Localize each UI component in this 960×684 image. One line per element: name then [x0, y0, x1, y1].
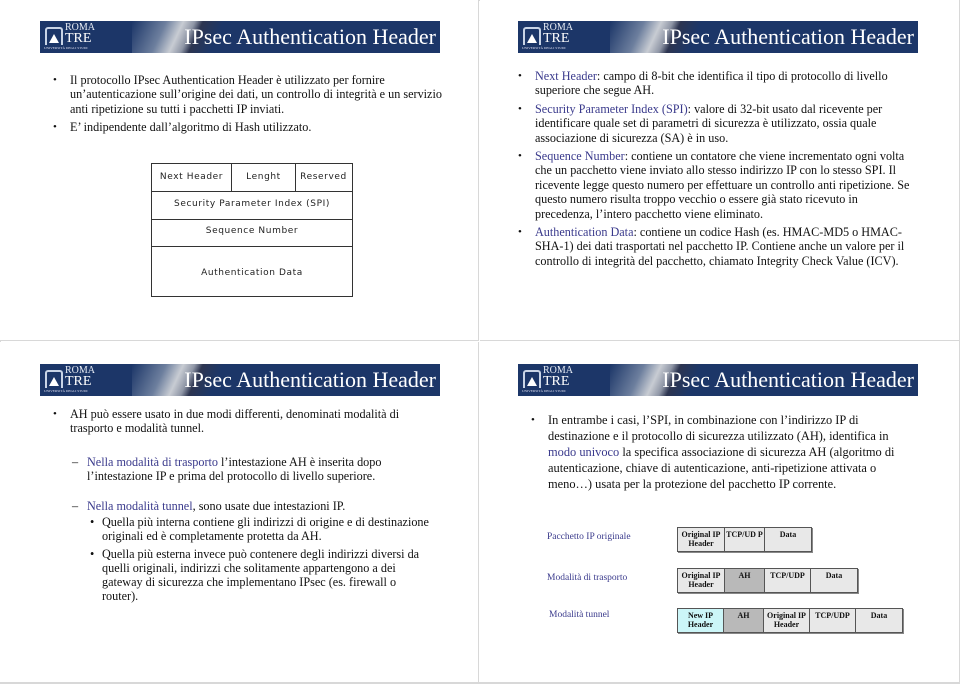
bullet-list: AH può essere usato in due modi differen…	[50, 407, 440, 440]
bullet-item: E’ indipendente dall’algoritmo di Hash u…	[50, 120, 450, 135]
slide-title: IPsec Authentication Header	[184, 367, 436, 392]
packet-original: Original IP Header TCP/UD P Data	[677, 527, 812, 552]
field-authentication-data: Authentication Data	[201, 268, 303, 278]
bullet-item: Authentication Data: contiene un codice …	[515, 225, 910, 268]
slide-banner: ROMA TRE UNIVERSITÀ DEGLI STUDI IPsec Au…	[40, 364, 440, 396]
logo-caption: UNIVERSITÀ DEGLI STUDI	[44, 389, 88, 393]
cell-data: Data	[856, 609, 902, 632]
triangle-icon	[49, 377, 59, 386]
slide-2: ROMA TRE UNIVERSITÀ DEGLI STUDI IPsec Au…	[480, 0, 959, 341]
cell-tcp-udp: TCP/UDP	[765, 569, 811, 592]
sub-bullet-item: Quella più esterna invece può contenere …	[89, 547, 434, 604]
packet-transport: Original IP Header AH TCP/UDP Data	[677, 568, 858, 593]
bullet-item: Next Header: campo di 8-bit che identifi…	[515, 69, 910, 98]
cell-tcp-udp: TCP/UD P	[725, 528, 765, 551]
slide-title: IPsec Authentication Header	[662, 24, 914, 49]
term-transport-mode: Nella modalità di trasporto	[87, 455, 218, 469]
dash-item-tunnel: Nella modalità tunnel, sono usate due in…	[72, 499, 447, 514]
roma-tre-logo: ROMA TRE UNIVERSITÀ DEGLI STUDI	[521, 23, 583, 51]
term-modo-univoco: modo univoco	[548, 445, 620, 459]
packet-tunnel: New IP Header AH Original IP Header TCP/…	[677, 608, 903, 633]
bullet-list: In entrambe i casi, l’SPI, in combinazio…	[528, 412, 913, 496]
cell-original-ip-header: Original IP Header	[678, 528, 725, 551]
packet-label-tunnel: Modalità tunnel	[549, 610, 610, 620]
term-sequence-number: Sequence Number	[535, 149, 625, 164]
dash-item-transport: Nella modalità di trasporto l’intestazio…	[72, 455, 447, 484]
sub-bullet-item: Quella più interna contiene gli indirizz…	[89, 515, 434, 544]
dash-text: , sono usate due intestazioni IP.	[192, 499, 346, 513]
cell-original-ip-header: Original IP Header	[764, 609, 810, 632]
field-length: Lenght	[232, 164, 296, 191]
ah-header-diagram: Next Header Lenght Reserved Security Par…	[151, 163, 353, 297]
triangle-icon	[49, 34, 59, 43]
slide-1: ROMA TRE UNIVERSITÀ DEGLI STUDI IPsec Au…	[0, 0, 479, 341]
slide-4: ROMA TRE UNIVERSITÀ DEGLI STUDI IPsec Au…	[480, 342, 959, 683]
bullet-list: Next Header: campo di 8-bit che identifi…	[515, 69, 910, 272]
slide-title: IPsec Authentication Header	[662, 367, 914, 392]
term-next-header: Next Header	[535, 69, 597, 83]
cell-data: Data	[765, 528, 811, 551]
bullet-item: AH può essere usato in due modi differen…	[50, 407, 440, 436]
packet-label-original: Pacchetto IP originale	[547, 532, 631, 542]
cell-new-ip-header: New IP Header	[678, 609, 724, 632]
logo-tre: TRE	[65, 374, 92, 389]
slide-banner: ROMA TRE UNIVERSITÀ DEGLI STUDI IPsec Au…	[518, 364, 918, 396]
field-next-header: Next Header	[152, 164, 232, 191]
term-authentication-data: Authentication Data	[535, 225, 634, 240]
field-spi: Security Parameter Index (SPI)	[152, 192, 352, 220]
term-tunnel-mode: Nella modalità tunnel	[87, 499, 193, 513]
diagram-row-1: Next Header Lenght Reserved	[152, 164, 352, 192]
cell-original-ip-header: Original IP Header	[678, 569, 725, 592]
cell-ah: AH	[725, 569, 765, 592]
bullet-item: Sequence Number: contiene un contatore c…	[515, 149, 910, 221]
logo-caption: UNIVERSITÀ DEGLI STUDI	[522, 46, 566, 50]
slide-banner: ROMA TRE UNIVERSITÀ DEGLI STUDI IPsec Au…	[518, 21, 918, 53]
logo-caption: UNIVERSITÀ DEGLI STUDI	[522, 389, 566, 393]
sub-bullet-list: Quella più interna contiene gli indirizz…	[89, 515, 434, 607]
cell-data: Data	[811, 569, 857, 592]
roma-tre-logo: ROMA TRE UNIVERSITÀ DEGLI STUDI	[43, 23, 105, 51]
bullet-item: Il protocollo IPsec Authentication Heade…	[50, 73, 450, 116]
triangle-icon	[527, 34, 537, 43]
slide-banner: ROMA TRE UNIVERSITÀ DEGLI STUDI IPsec Au…	[40, 21, 440, 53]
logo-tre: TRE	[65, 31, 92, 46]
bullet-list: Il protocollo IPsec Authentication Heade…	[50, 73, 450, 138]
cell-ah: AH	[724, 609, 764, 632]
term-spi: Security Parameter Index (SPI)	[535, 101, 688, 116]
bullet-item: In entrambe i casi, l’SPI, in combinazio…	[528, 412, 913, 492]
slide-3: ROMA TRE UNIVERSITÀ DEGLI STUDI IPsec Au…	[0, 342, 479, 683]
field-sequence-number: Sequence Number	[152, 220, 352, 247]
roma-tre-logo: ROMA TRE UNIVERSITÀ DEGLI STUDI	[43, 366, 105, 394]
packet-label-transport: Modalità di trasporto	[547, 573, 628, 583]
bullet-item: Security Parameter Index (SPI): valore d…	[515, 102, 910, 145]
logo-tre: TRE	[543, 374, 570, 389]
roma-tre-logo: ROMA TRE UNIVERSITÀ DEGLI STUDI	[521, 366, 583, 394]
triangle-icon	[527, 377, 537, 386]
bullet-text: In entrambe i casi, l’SPI, in combinazio…	[548, 413, 889, 443]
logo-caption: UNIVERSITÀ DEGLI STUDI	[44, 46, 88, 50]
logo-tre: TRE	[543, 31, 570, 46]
slide-title: IPsec Authentication Header	[184, 24, 436, 49]
cell-tcp-udp: TCP/UDP	[810, 609, 856, 632]
field-reserved: Reserved	[300, 172, 347, 182]
